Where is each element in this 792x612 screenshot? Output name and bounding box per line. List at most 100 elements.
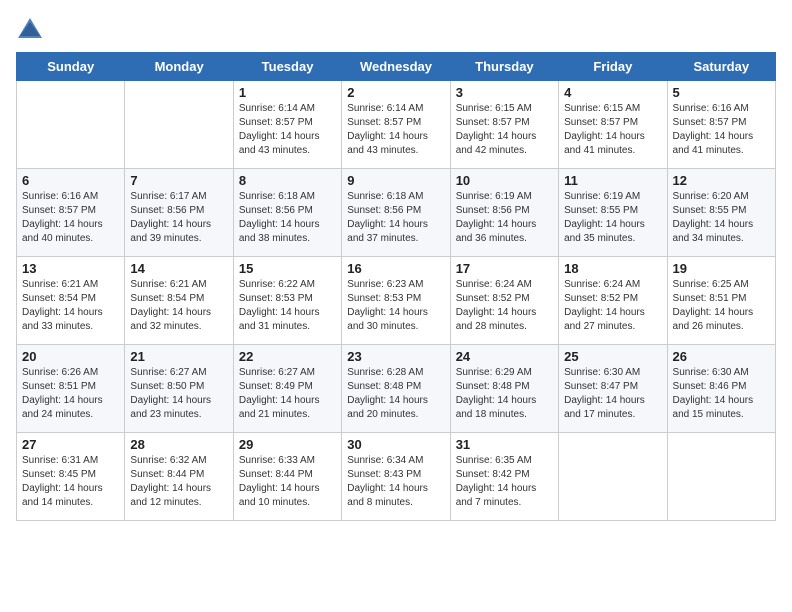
day-number: 26 bbox=[673, 349, 770, 364]
day-number: 23 bbox=[347, 349, 444, 364]
calendar-cell: 4 Sunrise: 6:15 AM Sunset: 8:57 PM Daylig… bbox=[559, 81, 667, 169]
calendar-cell: 9 Sunrise: 6:18 AM Sunset: 8:56 PM Daylig… bbox=[342, 169, 450, 257]
cell-sun-info: Sunrise: 6:18 AM Sunset: 8:56 PM Dayligh… bbox=[347, 190, 444, 246]
day-number: 20 bbox=[22, 349, 119, 364]
header-row: SundayMondayTuesdayWednesdayThursdayFrid… bbox=[17, 53, 776, 81]
cell-sun-info: Sunrise: 6:15 AM Sunset: 8:57 PM Dayligh… bbox=[564, 102, 661, 158]
cell-sun-info: Sunrise: 6:25 AM Sunset: 8:51 PM Dayligh… bbox=[673, 278, 770, 334]
cell-sun-info: Sunrise: 6:21 AM Sunset: 8:54 PM Dayligh… bbox=[22, 278, 119, 334]
day-number: 5 bbox=[673, 85, 770, 100]
calendar-cell: 30 Sunrise: 6:34 AM Sunset: 8:43 PM Dayli… bbox=[342, 433, 450, 521]
day-number: 27 bbox=[22, 437, 119, 452]
calendar-week-row: 6 Sunrise: 6:16 AM Sunset: 8:57 PM Daylig… bbox=[17, 169, 776, 257]
day-number: 25 bbox=[564, 349, 661, 364]
day-number: 13 bbox=[22, 261, 119, 276]
day-number: 6 bbox=[22, 173, 119, 188]
cell-sun-info: Sunrise: 6:34 AM Sunset: 8:43 PM Dayligh… bbox=[347, 454, 444, 510]
day-number: 9 bbox=[347, 173, 444, 188]
weekday-header: Monday bbox=[125, 53, 233, 81]
calendar-cell bbox=[559, 433, 667, 521]
day-number: 31 bbox=[456, 437, 553, 452]
cell-sun-info: Sunrise: 6:18 AM Sunset: 8:56 PM Dayligh… bbox=[239, 190, 336, 246]
calendar-cell: 5 Sunrise: 6:16 AM Sunset: 8:57 PM Daylig… bbox=[667, 81, 775, 169]
day-number: 29 bbox=[239, 437, 336, 452]
calendar-cell: 12 Sunrise: 6:20 AM Sunset: 8:55 PM Dayli… bbox=[667, 169, 775, 257]
cell-sun-info: Sunrise: 6:30 AM Sunset: 8:47 PM Dayligh… bbox=[564, 366, 661, 422]
day-number: 15 bbox=[239, 261, 336, 276]
calendar-cell: 14 Sunrise: 6:21 AM Sunset: 8:54 PM Dayli… bbox=[125, 257, 233, 345]
cell-sun-info: Sunrise: 6:20 AM Sunset: 8:55 PM Dayligh… bbox=[673, 190, 770, 246]
calendar-cell bbox=[125, 81, 233, 169]
day-number: 17 bbox=[456, 261, 553, 276]
day-number: 2 bbox=[347, 85, 444, 100]
day-number: 19 bbox=[673, 261, 770, 276]
calendar-cell: 22 Sunrise: 6:27 AM Sunset: 8:49 PM Dayli… bbox=[233, 345, 341, 433]
cell-sun-info: Sunrise: 6:22 AM Sunset: 8:53 PM Dayligh… bbox=[239, 278, 336, 334]
calendar-cell: 23Sunrise: 6:28 AM Sunset: 8:48 PM Dayli… bbox=[342, 345, 450, 433]
weekday-header: Thursday bbox=[450, 53, 558, 81]
day-number: 18 bbox=[564, 261, 661, 276]
cell-sun-info: Sunrise: 6:27 AM Sunset: 8:49 PM Dayligh… bbox=[239, 366, 336, 422]
calendar-cell: 18 Sunrise: 6:24 AM Sunset: 8:52 PM Dayli… bbox=[559, 257, 667, 345]
cell-sun-info: Sunrise: 6:29 AM Sunset: 8:48 PM Dayligh… bbox=[456, 366, 553, 422]
calendar-cell: 11 Sunrise: 6:19 AM Sunset: 8:55 PM Dayli… bbox=[559, 169, 667, 257]
calendar-cell: 6 Sunrise: 6:16 AM Sunset: 8:57 PM Daylig… bbox=[17, 169, 125, 257]
day-number: 22 bbox=[239, 349, 336, 364]
day-number: 7 bbox=[130, 173, 227, 188]
calendar-table: SundayMondayTuesdayWednesdayThursdayFrid… bbox=[16, 52, 776, 521]
cell-sun-info: Sunrise: 6:33 AM Sunset: 8:44 PM Dayligh… bbox=[239, 454, 336, 510]
calendar-cell: 3Sunrise: 6:15 AM Sunset: 8:57 PM Daylig… bbox=[450, 81, 558, 169]
day-number: 10 bbox=[456, 173, 553, 188]
weekday-header: Saturday bbox=[667, 53, 775, 81]
cell-sun-info: Sunrise: 6:35 AM Sunset: 8:42 PM Dayligh… bbox=[456, 454, 553, 510]
cell-sun-info: Sunrise: 6:15 AM Sunset: 8:57 PM Dayligh… bbox=[456, 102, 553, 158]
calendar-week-row: 20Sunrise: 6:26 AM Sunset: 8:51 PM Dayli… bbox=[17, 345, 776, 433]
cell-sun-info: Sunrise: 6:24 AM Sunset: 8:52 PM Dayligh… bbox=[456, 278, 553, 334]
calendar-cell: 17 Sunrise: 6:24 AM Sunset: 8:52 PM Dayli… bbox=[450, 257, 558, 345]
calendar-week-row: 13 Sunrise: 6:21 AM Sunset: 8:54 PM Dayli… bbox=[17, 257, 776, 345]
calendar-cell: 29 Sunrise: 6:33 AM Sunset: 8:44 PM Dayli… bbox=[233, 433, 341, 521]
calendar-week-row: 27Sunrise: 6:31 AM Sunset: 8:45 PM Dayli… bbox=[17, 433, 776, 521]
weekday-header: Friday bbox=[559, 53, 667, 81]
day-number: 28 bbox=[130, 437, 227, 452]
cell-sun-info: Sunrise: 6:27 AM Sunset: 8:50 PM Dayligh… bbox=[130, 366, 227, 422]
calendar-cell: 28Sunrise: 6:32 AM Sunset: 8:44 PM Dayli… bbox=[125, 433, 233, 521]
weekday-header: Tuesday bbox=[233, 53, 341, 81]
calendar-cell: 25 Sunrise: 6:30 AM Sunset: 8:47 PM Dayli… bbox=[559, 345, 667, 433]
day-number: 11 bbox=[564, 173, 661, 188]
calendar-cell: 21 Sunrise: 6:27 AM Sunset: 8:50 PM Dayli… bbox=[125, 345, 233, 433]
cell-sun-info: Sunrise: 6:17 AM Sunset: 8:56 PM Dayligh… bbox=[130, 190, 227, 246]
cell-sun-info: Sunrise: 6:24 AM Sunset: 8:52 PM Dayligh… bbox=[564, 278, 661, 334]
day-number: 12 bbox=[673, 173, 770, 188]
calendar-cell: 1Sunrise: 6:14 AM Sunset: 8:57 PM Daylig… bbox=[233, 81, 341, 169]
day-number: 1 bbox=[239, 85, 336, 100]
calendar-body: 1 Sunrise: 6:14 AM Sunset: 8:57 PM Daylig… bbox=[17, 81, 776, 521]
cell-sun-info: Sunrise: 6:21 AM Sunset: 8:54 PM Dayligh… bbox=[130, 278, 227, 334]
calendar-cell bbox=[667, 433, 775, 521]
cell-sun-info: Sunrise: 6:14 AM Sunset: 8:57 PM Dayligh… bbox=[347, 102, 444, 158]
day-number: 8 bbox=[239, 173, 336, 188]
cell-sun-info: Sunrise: 6:16 AM Sunset: 8:57 PM Dayligh… bbox=[22, 190, 119, 246]
cell-sun-info: Sunrise: 6:16 AM Sunset: 8:57 PM Dayligh… bbox=[673, 102, 770, 158]
day-number: 21 bbox=[130, 349, 227, 364]
calendar-cell: 2 Sunrise: 6:14 AM Sunset: 8:57 PM Daylig… bbox=[342, 81, 450, 169]
calendar-cell: 15 Sunrise: 6:22 AM Sunset: 8:53 PM Dayli… bbox=[233, 257, 341, 345]
calendar-cell: 24 Sunrise: 6:29 AM Sunset: 8:48 PM Dayli… bbox=[450, 345, 558, 433]
day-number: 24 bbox=[456, 349, 553, 364]
calendar-cell: 16Sunrise: 6:23 AM Sunset: 8:53 PM Dayli… bbox=[342, 257, 450, 345]
calendar-cell: 10 Sunrise: 6:19 AM Sunset: 8:56 PM Dayli… bbox=[450, 169, 558, 257]
page-header bbox=[16, 10, 776, 44]
weekday-header: Wednesday bbox=[342, 53, 450, 81]
cell-sun-info: Sunrise: 6:19 AM Sunset: 8:55 PM Dayligh… bbox=[564, 190, 661, 246]
calendar-cell: 19 Sunrise: 6:25 AM Sunset: 8:51 PM Dayli… bbox=[667, 257, 775, 345]
cell-sun-info: Sunrise: 6:19 AM Sunset: 8:56 PM Dayligh… bbox=[456, 190, 553, 246]
calendar-cell: 27Sunrise: 6:31 AM Sunset: 8:45 PM Dayli… bbox=[17, 433, 125, 521]
calendar-week-row: 1 Sunrise: 6:14 AM Sunset: 8:57 PM Daylig… bbox=[17, 81, 776, 169]
day-number: 30 bbox=[347, 437, 444, 452]
day-number: 14 bbox=[130, 261, 227, 276]
day-number: 4 bbox=[564, 85, 661, 100]
calendar-cell: 26Sunrise: 6:30 AM Sunset: 8:46 PM Dayli… bbox=[667, 345, 775, 433]
weekday-header: Sunday bbox=[17, 53, 125, 81]
calendar-cell: 8 Sunrise: 6:18 AM Sunset: 8:56 PM Daylig… bbox=[233, 169, 341, 257]
day-number: 16 bbox=[347, 261, 444, 276]
